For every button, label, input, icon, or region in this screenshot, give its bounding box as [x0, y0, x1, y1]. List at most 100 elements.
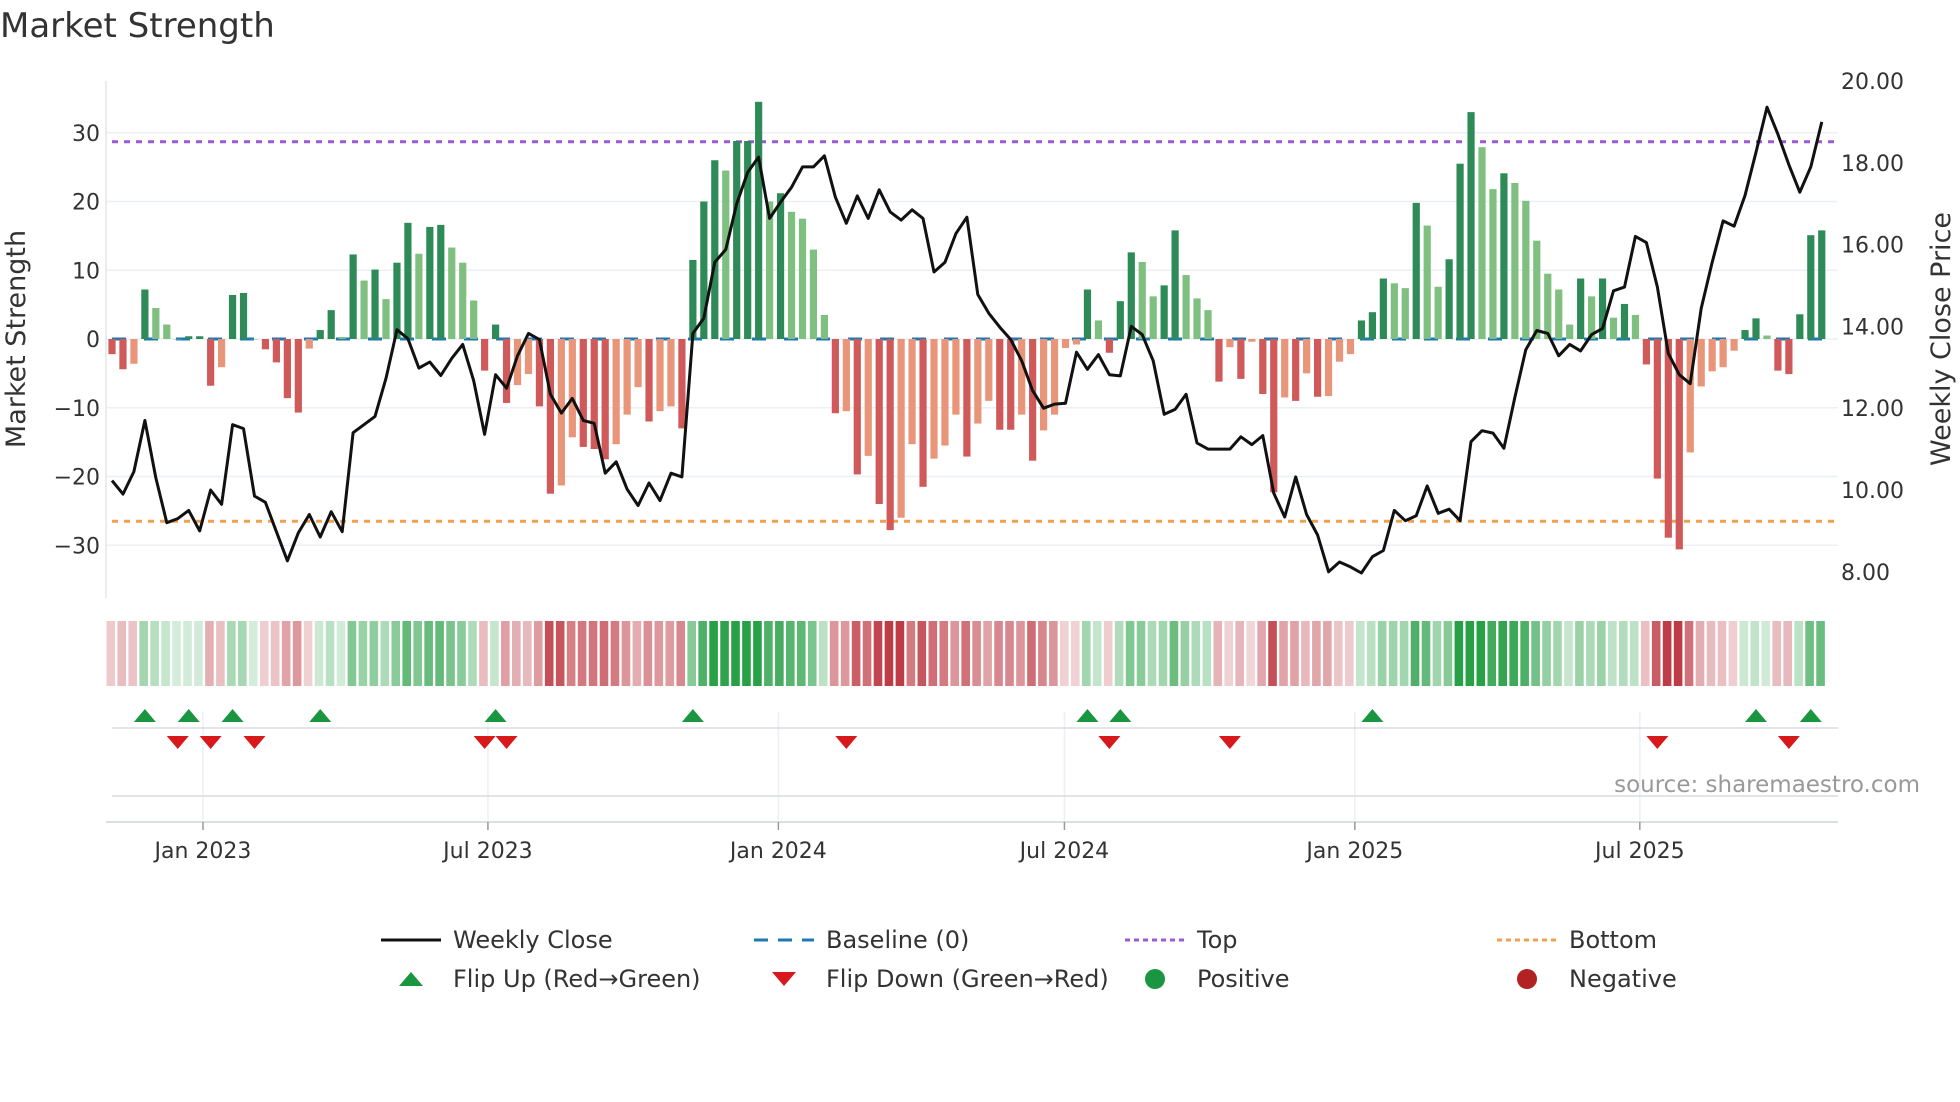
strength-bar	[1237, 339, 1245, 379]
heat-cell	[490, 621, 499, 686]
heat-cell	[796, 621, 806, 686]
strength-bar	[207, 339, 215, 386]
strength-bar	[831, 339, 839, 414]
heat-cell	[1334, 621, 1343, 686]
heat-cell	[1553, 621, 1562, 686]
heat-cell	[522, 621, 532, 686]
strength-bar	[1763, 335, 1771, 339]
x-tick-label: Jan 2025	[1304, 839, 1403, 864]
heat-cell	[917, 621, 927, 686]
heat-cell	[1783, 621, 1792, 686]
strength-bar	[437, 224, 445, 339]
heat-cell	[1750, 621, 1760, 686]
strength-bar	[1116, 301, 1124, 339]
strength-bar	[108, 339, 116, 355]
heat-cell	[786, 621, 795, 686]
heat-cell	[161, 621, 170, 686]
strength-bar	[1335, 339, 1344, 362]
strength-bar	[1171, 230, 1179, 339]
heat-cell	[1279, 621, 1288, 686]
heat-cell	[1070, 621, 1080, 686]
strength-bar	[1094, 320, 1102, 339]
heat-cell	[1038, 621, 1047, 686]
strength-bar	[371, 269, 379, 339]
heat-cell	[457, 621, 466, 686]
strength-bar	[250, 339, 259, 340]
heat-cell	[676, 621, 686, 686]
heat-cell	[840, 621, 850, 686]
heat-cell	[928, 621, 938, 686]
y-tick-label: −10	[54, 397, 100, 422]
strength-bar	[1522, 200, 1530, 339]
heat-cell	[1443, 621, 1453, 686]
heat-cell	[577, 621, 587, 686]
heat-cell	[1684, 621, 1694, 686]
heat-cell	[1816, 621, 1825, 686]
heat-cell	[1421, 621, 1431, 686]
heat-cell	[139, 621, 148, 686]
strength-bar	[1730, 339, 1738, 351]
strength-bar	[1346, 339, 1355, 355]
y2-axis-label: Weekly Close Price	[1926, 212, 1957, 466]
heat-cell	[1235, 621, 1244, 686]
strength-bar	[1697, 339, 1705, 387]
heat-cell	[1081, 621, 1091, 686]
heat-cell	[1158, 621, 1168, 686]
heat-cell	[621, 621, 631, 686]
strength-bar	[546, 339, 554, 494]
strength-bar	[130, 339, 138, 364]
strength-bar	[1620, 303, 1629, 339]
gridlines	[106, 132, 1838, 822]
heat-cell	[1366, 621, 1376, 686]
strength-bar	[1478, 147, 1486, 339]
strength-bar	[174, 339, 182, 340]
heat-cell	[588, 621, 598, 686]
strength-bar	[809, 249, 818, 339]
strength-bar	[360, 280, 368, 339]
strength-bar	[1533, 240, 1541, 339]
heat-cell	[731, 621, 740, 686]
heat-cell	[1290, 621, 1299, 686]
strength-bar	[283, 339, 291, 399]
strength-bar	[1642, 339, 1650, 365]
heat-cell	[720, 621, 729, 686]
heat-cell	[994, 621, 1003, 686]
heat-cell	[281, 621, 291, 686]
strength-bar	[853, 339, 861, 475]
strength-bar	[755, 101, 763, 339]
strength-bar	[1544, 273, 1552, 339]
heat-cell	[1191, 621, 1201, 686]
heat-cell	[972, 621, 981, 686]
y-tick-label: −20	[54, 466, 100, 491]
x-tick-label: Jul 2024	[1018, 839, 1110, 864]
heat-cell	[1717, 621, 1727, 686]
y2-tick-label: 18.00	[1841, 152, 1904, 177]
heat-cell	[1246, 621, 1255, 686]
strength-bar	[1401, 288, 1409, 339]
heat-cell	[1257, 621, 1266, 686]
strength-bar	[612, 339, 620, 445]
y2-tick-label: 14.00	[1841, 315, 1904, 340]
heat-cell	[1520, 621, 1529, 686]
heat-cell	[1498, 621, 1508, 686]
strength-bar	[1259, 339, 1267, 394]
heat-cell	[1465, 621, 1475, 686]
strength-bar	[1489, 189, 1497, 339]
market-strength-chart: 30 20 10 0 −10 −20 −30 20.00 18.00 16.00 14.00 12.0…	[1, 70, 1957, 864]
strength-bar	[470, 300, 478, 339]
x-tick-label: Jan 2024	[728, 839, 827, 864]
strength-bar	[1248, 339, 1256, 342]
heat-cell	[292, 621, 302, 686]
heat-cell	[873, 621, 883, 686]
strength-bar	[448, 247, 456, 339]
strength-bar	[1160, 285, 1168, 339]
strength-bar	[426, 226, 434, 339]
strength-bar	[338, 336, 346, 339]
heat-cell	[205, 621, 214, 686]
strength-bar	[568, 339, 576, 438]
strength-bar	[382, 299, 390, 339]
strength-bar	[1412, 202, 1420, 339]
strength-bar	[524, 339, 533, 375]
strength-bar	[1719, 339, 1727, 368]
flip-down-marker	[835, 736, 858, 749]
